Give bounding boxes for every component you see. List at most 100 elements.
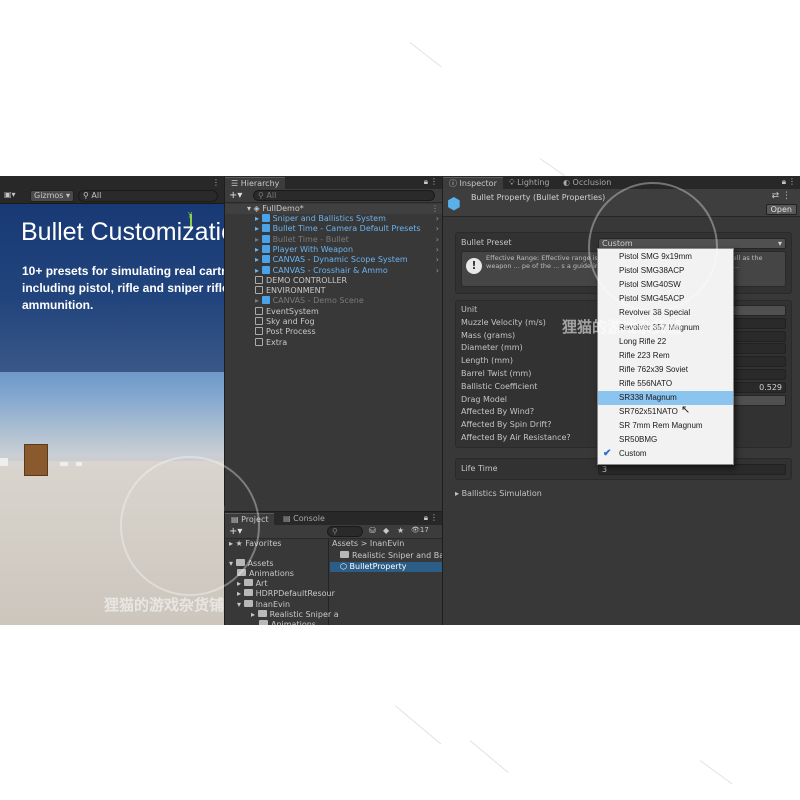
hierarchy-item[interactable]: ▸ Sniper and Ballistics System › — [225, 214, 443, 224]
project-search-input[interactable]: ⚲ — [327, 526, 363, 537]
hierarchy-item[interactable]: DEMO CONTROLLER — [225, 275, 443, 286]
expand-arrow-icon[interactable]: ▸ — [255, 214, 262, 223]
preset-option-label: SR 7mm Rem Magnum — [619, 421, 703, 431]
folder-icon — [259, 620, 268, 625]
expand-arrow-icon[interactable]: ▸ — [237, 589, 244, 598]
chevron-right-icon[interactable]: › — [436, 214, 439, 223]
project-folder[interactable]: ▾ InanEvin — [237, 599, 290, 610]
property-value-field[interactable] — [733, 343, 786, 355]
filter-by-type-icon[interactable]: ⛁ — [369, 526, 376, 535]
property-label: Affected By Wind? — [461, 407, 535, 417]
hierarchy-item[interactable]: ▸ Bullet Time - Camera Default Presets › — [225, 224, 443, 234]
tab-hierarchy[interactable]: ☰ Hierarchy — [225, 177, 286, 189]
property-label: Affected By Air Resistance? — [461, 433, 571, 442]
more-menu-icon[interactable]: ⋮ — [430, 513, 438, 522]
project-folder[interactable]: Animations — [237, 569, 294, 579]
expand-arrow-icon[interactable]: ▸ — [251, 610, 258, 619]
filter-by-label-icon[interactable]: ◆ — [383, 526, 389, 535]
chevron-right-icon[interactable]: › — [436, 224, 439, 233]
project-folder[interactable]: ▸ Realistic Sniper a — [251, 609, 339, 620]
hierarchy-item[interactable]: EventSystem — [225, 306, 443, 317]
expand-arrow-icon[interactable]: ▾ — [237, 600, 244, 609]
preset-option-label: Rifle 223 Rem — [619, 350, 670, 360]
expand-arrow-icon[interactable]: ▸ — [255, 235, 262, 244]
property-value-field[interactable] — [733, 305, 786, 316]
property-value-field[interactable] — [733, 356, 786, 368]
light-streak — [394, 705, 442, 745]
preset-option[interactable]: SR50BMG — [598, 433, 733, 447]
unity-editor-window: ▣▾ Gizmos ▾ ⚲ All ⋮ y Bullet Customizati… — [0, 176, 800, 625]
tab-lighting[interactable]: 💡︎ Lighting — [503, 177, 556, 189]
property-value-field[interactable]: 0.529 — [733, 381, 786, 393]
property-value-field[interactable] — [733, 330, 786, 342]
property-label: Mass (grams) — [461, 330, 516, 340]
hierarchy-search-input[interactable]: ⚲ All — [253, 190, 435, 201]
tab-occlusion[interactable]: ◐ Occlusion — [557, 177, 617, 189]
life-time-field[interactable]: 3 — [598, 464, 786, 475]
prefab-icon — [261, 296, 270, 305]
preset-option[interactable]: Rifle 556NATO — [598, 377, 733, 391]
chevron-right-icon[interactable]: › — [436, 245, 439, 254]
hierarchy-item-text: Sniper and Ballistics System — [272, 214, 386, 223]
scene-row[interactable]: ▾ ◈ FullDemo* ⋮ — [225, 204, 443, 214]
file-item-selected[interactable]: ⬡ BulletProperty — [330, 562, 443, 572]
hierarchy-item[interactable]: Post Process — [225, 327, 443, 337]
tab-console[interactable]: ▤ Console — [277, 513, 331, 525]
gameobject-icon — [255, 286, 263, 295]
chevron-right-icon[interactable]: › — [436, 255, 439, 264]
preset-option[interactable]: SR762x51NATO — [598, 405, 733, 419]
gizmos-dropdown[interactable]: Gizmos ▾ — [30, 190, 75, 202]
hierarchy-item[interactable]: ▸ CANVAS - Demo Scene — [225, 296, 443, 306]
tab-inspector[interactable]: ⓘ Inspector — [443, 177, 503, 189]
chevron-right-icon[interactable]: › — [436, 266, 439, 275]
more-menu-icon[interactable]: ⋮ — [431, 204, 439, 213]
preset-option[interactable]: ✔ Custom — [598, 447, 733, 461]
project-folder[interactable]: ▸ HDRPDefaultResour — [237, 589, 335, 599]
hierarchy-item[interactable]: ENVIRONMENT — [225, 286, 443, 296]
hierarchy-item-text: Bullet Time - Camera Default Presets — [272, 224, 421, 234]
expand-arrow-icon[interactable]: ▸ — [255, 296, 262, 305]
lock-icon[interactable]: 🔒︎ — [424, 513, 428, 523]
ballistics-simulation-foldout[interactable]: ▸ Ballistics Simulation — [455, 488, 542, 500]
preset-option[interactable]: SR 7mm Rem Magnum — [598, 419, 733, 433]
range-sign — [0, 458, 8, 466]
preset-option[interactable]: SR338 Magnum — [598, 391, 733, 405]
more-menu-icon[interactable]: ⋮ — [430, 177, 438, 186]
hierarchy-item[interactable]: ▸ CANVAS - Crosshair & Ammo › — [225, 265, 443, 276]
property-value-field[interactable] — [733, 369, 786, 380]
scene-search-input[interactable]: ⚲ All — [78, 190, 218, 202]
expand-arrow-icon[interactable]: ▸ — [255, 266, 262, 275]
expand-arrow-icon[interactable]: ▸ — [255, 255, 262, 264]
layers-count[interactable]: 👁︎17 — [411, 526, 429, 534]
hierarchy-item[interactable]: ▸ Player With Weapon › — [225, 244, 443, 255]
lock-icon[interactable]: 🔒︎ — [782, 177, 786, 187]
favorite-star-icon[interactable]: ★ — [397, 526, 404, 535]
more-menu-icon[interactable]: ⋮ — [212, 178, 220, 190]
hierarchy-item[interactable]: Extra — [225, 337, 443, 348]
settings-icon[interactable]: ⇄ ⋮ — [772, 191, 791, 201]
property-value-field[interactable] — [733, 317, 786, 329]
file-item[interactable]: Realistic Sniper and Balli — [340, 551, 451, 561]
open-button[interactable]: Open — [765, 204, 797, 215]
more-menu-icon[interactable]: ⋮ — [788, 177, 796, 186]
chevron-right-icon[interactable]: › — [436, 235, 439, 244]
breadcrumb[interactable]: Assets > InanEvin — [332, 539, 404, 549]
camera-icon[interactable]: ▣▾ — [4, 190, 16, 202]
add-icon[interactable]: +▾ — [229, 190, 242, 201]
hierarchy-item[interactable]: Sky and Fog — [225, 317, 443, 327]
hierarchy-panel: ☰ Hierarchy 🔒︎ ⋮ +▾ ⚲ All ▾ ◈ FullDemo* … — [224, 176, 443, 506]
project-folder[interactable]: Animations — [259, 620, 316, 625]
gameobject-icon — [255, 317, 263, 325]
hierarchy-item[interactable]: ▸ CANVAS - Dynamic Scope System › — [225, 255, 443, 265]
hierarchy-item-label: Post Process — [255, 327, 316, 337]
expand-arrow-icon[interactable]: ▸ — [255, 224, 262, 233]
project-folder[interactable]: ▸ Art — [237, 579, 267, 589]
expand-arrow-icon[interactable]: ▸ — [255, 245, 262, 254]
hierarchy-item[interactable]: ▸ Bullet Time - Bullet › — [225, 234, 443, 245]
lock-icon[interactable]: 🔒︎ — [424, 177, 428, 187]
preset-option[interactable]: Rifle 762x39 Soviet — [598, 363, 733, 377]
expand-arrow-icon[interactable]: ▸ — [237, 579, 244, 588]
preset-option[interactable]: Rifle 223 Rem — [598, 349, 733, 363]
property-value-field[interactable] — [733, 394, 786, 406]
folder-icon — [243, 589, 253, 597]
